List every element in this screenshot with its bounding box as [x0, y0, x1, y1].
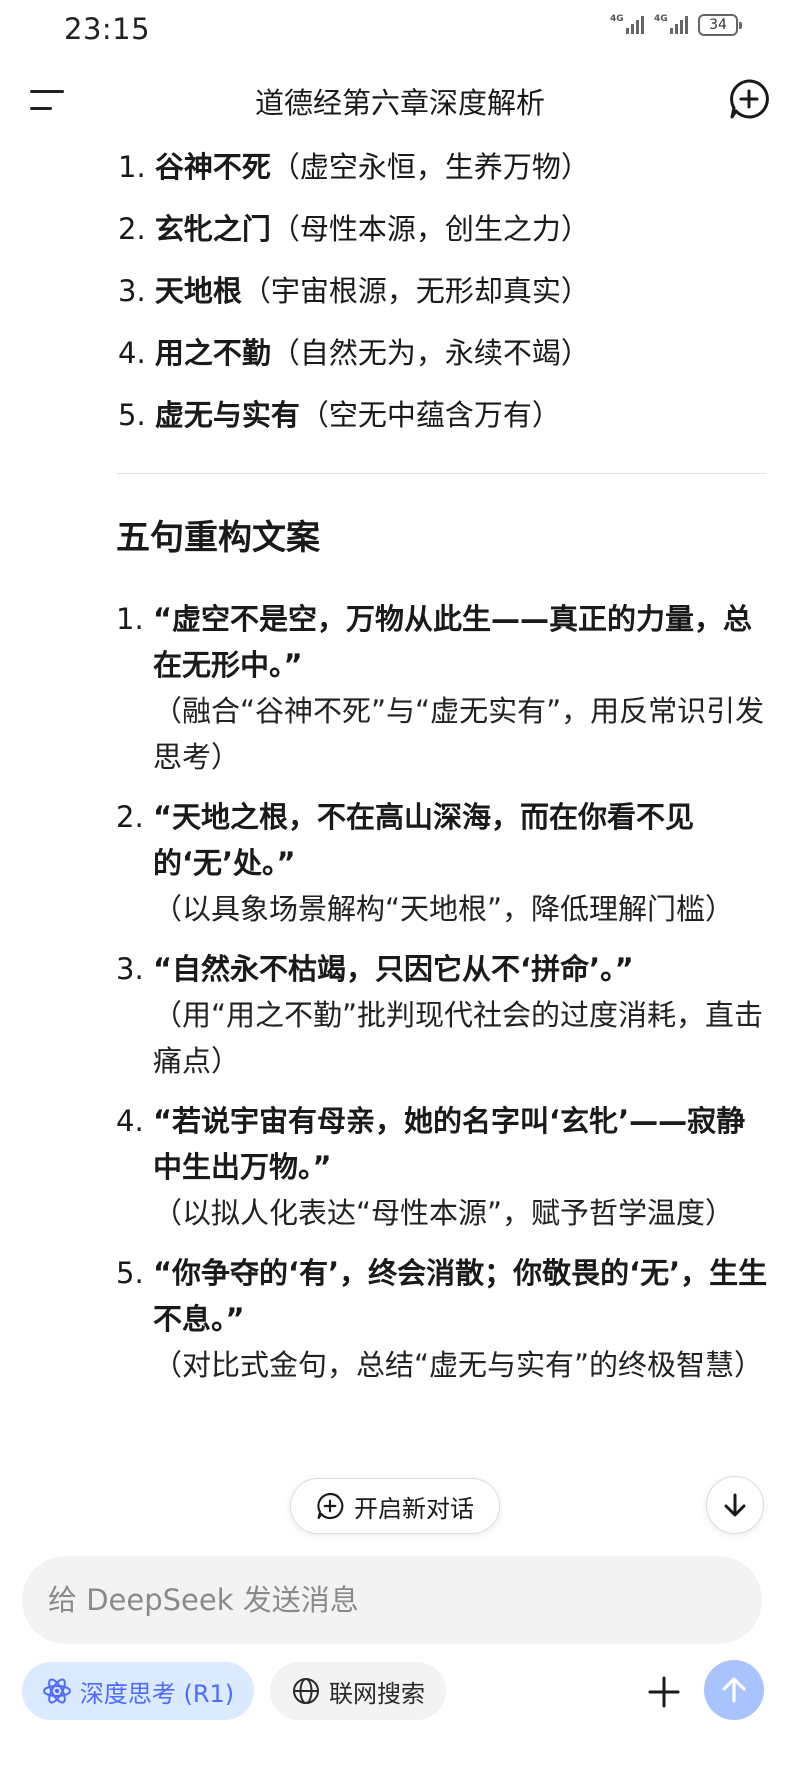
divider	[116, 473, 766, 474]
arrow-up-icon	[722, 1677, 746, 1703]
signal-icon: 4G	[654, 14, 688, 34]
attach-button[interactable]	[638, 1666, 690, 1718]
battery-icon: 34	[698, 14, 742, 36]
network-type-label: 4G	[654, 14, 668, 24]
signal-icon: 4G	[610, 14, 644, 34]
deep-think-toggle[interactable]: 深度思考 (R1)	[22, 1662, 254, 1720]
status-bar: 23:15 4G 4G 34	[0, 0, 800, 64]
message-input-box[interactable]	[22, 1556, 762, 1644]
list-item: 1. 谷神不死（虚空永恒，生养万物）	[118, 150, 590, 184]
deep-think-label: 深度思考 (R1)	[79, 1679, 235, 1708]
list-item: 4. 用之不勤（自然无为，永续不竭）	[118, 336, 590, 370]
new-chat-icon	[317, 1492, 344, 1520]
new-chat-label: 开启新对话	[354, 1494, 474, 1523]
list-item: 1. “虚空不是空，万物从此生——真正的力量，总在无形中。” （融合“谷神不死”…	[116, 602, 765, 774]
arrow-down-icon	[724, 1493, 746, 1517]
globe-icon	[293, 1678, 319, 1704]
network-type-label: 4G	[610, 14, 624, 24]
list-item: 3. “自然永不枯竭，只因它从不‘拼命’。” （用“用之不勤”批判现代社会的过度…	[116, 952, 764, 1078]
concept-list: 1. 谷神不死（虚空永恒，生养万物） 2. 玄牝之门（母性本源，创生之力） 3.…	[118, 136, 590, 446]
rewrite-list: 1. “虚空不是空，万物从此生——真正的力量，总在无形中。” （融合“谷神不死”…	[116, 596, 771, 1402]
list-item: 4. “若说宇宙有母亲，她的名字叫‘玄牝’——寂静中生出万物。” （以拟人化表达…	[116, 1104, 746, 1230]
new-chat-button[interactable]: 开启新对话	[290, 1478, 500, 1534]
list-item: 3. 天地根（宇宙根源，无形却真实）	[118, 274, 590, 308]
message-input[interactable]	[46, 1582, 730, 1618]
list-item: 5. “你争夺的‘有’，终会消散；你敬畏的‘无’，生生不息。” （对比式金句，总…	[116, 1256, 768, 1382]
top-bar: 道德经第六章深度解析	[0, 64, 800, 136]
chat-content[interactable]: 1. 谷神不死（虚空永恒，生养万物） 2. 玄牝之门（母性本源，创生之力） 3.…	[0, 136, 800, 1556]
page-title: 道德经第六章深度解析	[254, 86, 545, 120]
status-time: 23:15	[64, 12, 151, 46]
battery-level: 34	[709, 17, 727, 33]
new-chat-icon[interactable]	[728, 78, 770, 120]
scroll-to-bottom-button[interactable]	[706, 1476, 764, 1534]
web-search-toggle[interactable]: 联网搜索	[270, 1662, 446, 1720]
section-title: 五句重构文案	[116, 518, 320, 558]
list-item: 5. 虚无与实有（空无中蕴含万有）	[118, 398, 561, 432]
list-item: 2. 玄牝之门（母性本源，创生之力）	[118, 212, 590, 246]
web-search-label: 联网搜索	[329, 1679, 425, 1708]
status-icons: 4G 4G 34	[610, 14, 742, 36]
plus-icon	[648, 1676, 680, 1708]
list-item: 2. “天地之根，不在高山深海，而在你看不见的‘无’处。” （以具象场景解构“天…	[116, 800, 735, 926]
atom-icon	[42, 1678, 71, 1704]
send-button[interactable]	[704, 1660, 764, 1720]
